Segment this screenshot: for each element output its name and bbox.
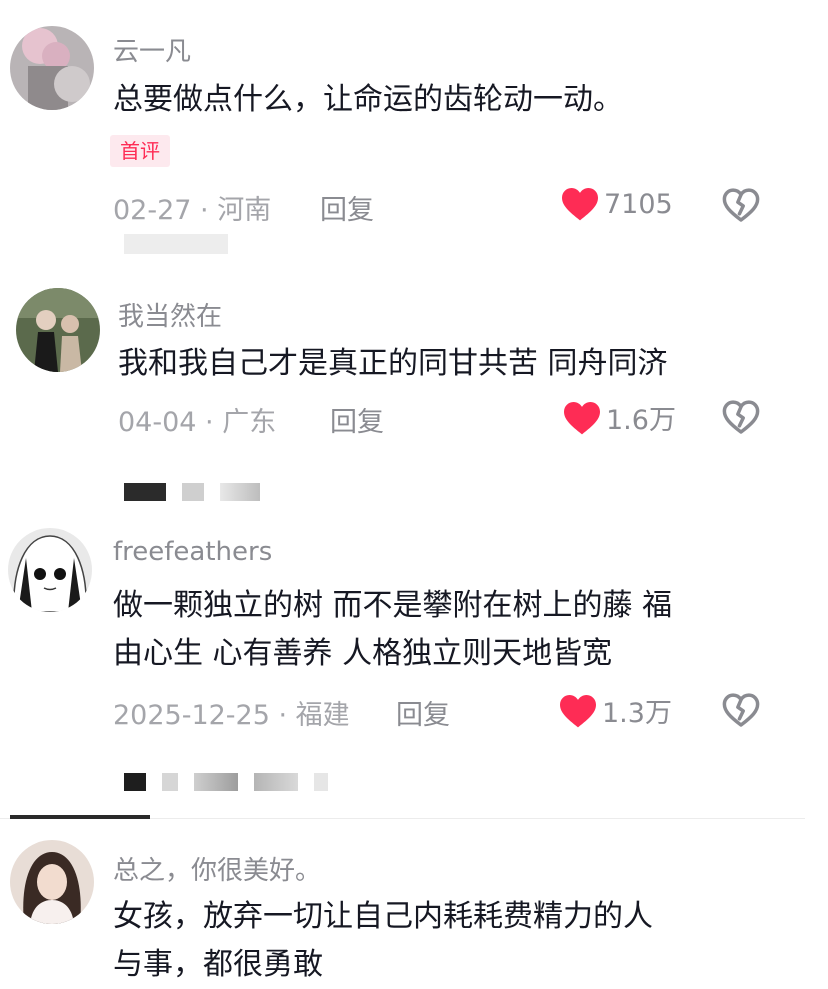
broken-heart-icon: [722, 187, 760, 223]
dislike-button[interactable]: [722, 187, 760, 223]
avatar[interactable]: [16, 288, 100, 372]
comment-text: 做一颗独立的树 而不是攀附在树上的藤 福 由心生 心有善养 人格独立则天地皆宽: [113, 582, 793, 678]
comment-text-line: 我和我自己才是真正的同甘共苦 同舟同济: [118, 346, 668, 381]
comment-meta: 2025-12-25 · 福建: [113, 693, 350, 732]
heart-icon: [562, 400, 602, 436]
comment-meta: 04-04 · 广东: [118, 400, 276, 439]
comment-date: 04-04: [118, 407, 197, 438]
like-button[interactable]: 1.3万: [558, 691, 672, 730]
comment-text-line: 由心生 心有善养 人格独立则天地皆宽: [113, 636, 613, 671]
comment-location: 河南: [217, 195, 272, 226]
reply-button[interactable]: 回复: [330, 400, 384, 439]
comment-date: 02-27: [113, 195, 192, 226]
collapsed-replies-placeholder[interactable]: [124, 234, 228, 254]
avatar[interactable]: [10, 26, 94, 110]
like-count: 1.6万: [606, 405, 676, 436]
comment-text: 总要做点什么，让命运的齿轮动一动。: [113, 76, 793, 124]
section-divider-accent: [10, 815, 150, 819]
collapsed-replies-placeholder[interactable]: [124, 483, 276, 501]
meta-separator: ·: [191, 195, 218, 226]
meta-separator: ·: [196, 407, 223, 438]
comment-location: 广东: [222, 407, 277, 438]
like-button[interactable]: 1.6万: [562, 398, 676, 437]
reply-button[interactable]: 回复: [320, 188, 374, 227]
comment-location: 福建: [295, 700, 350, 731]
comment-text-line: 总要做点什么，让命运的齿轮动一动。: [113, 82, 623, 117]
avatar[interactable]: [10, 840, 94, 924]
broken-heart-icon: [722, 399, 760, 435]
comment-username[interactable]: 总之，你很美好。: [113, 850, 321, 887]
comment-text-line: 与事，都很勇敢: [113, 947, 323, 982]
first-comment-badge: 首评: [110, 135, 170, 167]
heart-icon: [560, 186, 600, 222]
collapsed-replies-placeholder[interactable]: [124, 773, 344, 791]
comment-username[interactable]: freefeathers: [113, 537, 272, 567]
reply-button[interactable]: 回复: [396, 693, 450, 732]
comment-username[interactable]: 我当然在: [118, 296, 222, 333]
like-button[interactable]: 7105: [560, 186, 673, 222]
broken-heart-icon: [722, 692, 760, 728]
like-count: 7105: [604, 188, 673, 220]
comment-username[interactable]: 云一凡: [113, 31, 191, 68]
dislike-button[interactable]: [722, 399, 760, 435]
comment-date: 2025-12-25: [113, 700, 270, 731]
comment-text: 女孩，放弃一切让自己内耗耗费精力的人 与事，都很勇敢: [113, 893, 793, 989]
avatar[interactable]: [8, 528, 92, 612]
meta-separator: ·: [269, 700, 296, 731]
dislike-button[interactable]: [722, 692, 760, 728]
comment-meta: 02-27 · 河南: [113, 188, 271, 227]
heart-icon: [558, 693, 598, 729]
comment-text-line: 做一颗独立的树 而不是攀附在树上的藤 福: [113, 588, 673, 623]
comment-text-line: 女孩，放弃一切让自己内耗耗费精力的人: [113, 899, 653, 934]
like-count: 1.3万: [602, 698, 672, 729]
comment-text: 我和我自己才是真正的同甘共苦 同舟同济: [118, 340, 798, 388]
